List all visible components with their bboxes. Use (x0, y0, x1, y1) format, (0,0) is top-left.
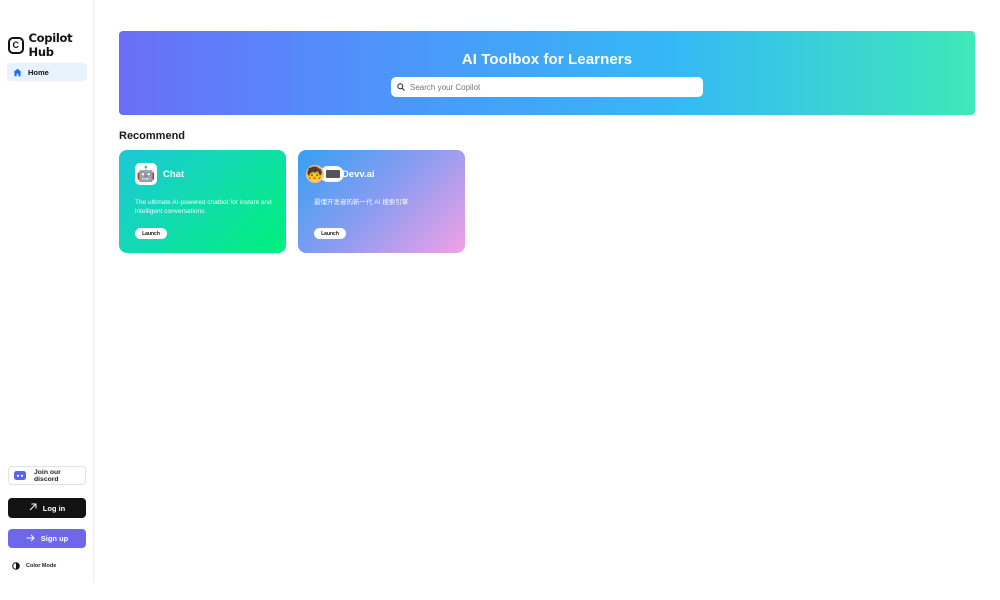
card-description: 最懂开发者的新一代 AI 搜索引擎 (314, 199, 409, 206)
app-logo[interactable]: C Copilot Hub (8, 31, 93, 59)
card-description: The ultimate AI-powered chatbot for inst… (135, 199, 272, 215)
section-title-recommend: Recommend (119, 130, 186, 142)
login-button[interactable]: Log in (8, 498, 86, 518)
arrow-up-right-icon (29, 503, 37, 513)
sidebar: C Copilot Hub Home Join our discord Log … (0, 0, 94, 582)
logo-icon: C (8, 36, 24, 54)
search-bar[interactable] (391, 77, 703, 97)
card-title: Devv.ai (342, 169, 375, 180)
half-moon-icon (12, 557, 20, 575)
signup-label: Sign up (40, 534, 69, 543)
robot-icon: 🤖 (135, 163, 157, 185)
discord-label: Join our discord (34, 468, 61, 483)
developer-avatar-icon: 🧒 (306, 163, 344, 185)
app-name: Copilot Hub (28, 31, 73, 59)
copilot-card-devv[interactable]: 🧒 Devv.ai 最懂开发者的新一代 AI 搜索引擎 Launch (298, 150, 465, 253)
search-input[interactable] (410, 82, 690, 92)
color-mode-toggle[interactable]: Color Mode (12, 557, 56, 575)
copilot-card-chat[interactable]: 🤖 Chat The ultimate AI-powered chatbot f… (119, 150, 286, 253)
card-title: Chat (163, 169, 185, 180)
launch-button[interactable]: Launch (314, 228, 346, 239)
sidebar-item-home[interactable]: Home (7, 63, 87, 81)
signup-button[interactable]: Sign up (8, 529, 86, 548)
hero-banner: AI Toolbox for Learners (119, 31, 975, 115)
join-discord-button[interactable]: Join our discord (8, 466, 86, 485)
color-mode-label: Color Mode (26, 563, 57, 569)
launch-button[interactable]: Launch (135, 228, 167, 239)
login-label: Log in (42, 503, 66, 513)
home-icon (13, 68, 22, 77)
discord-icon (14, 467, 26, 485)
sidebar-item-label: Home (28, 67, 49, 77)
arrow-right-icon (26, 534, 35, 544)
hero-title: AI Toolbox for Learners (461, 51, 633, 68)
search-icon (397, 78, 405, 96)
